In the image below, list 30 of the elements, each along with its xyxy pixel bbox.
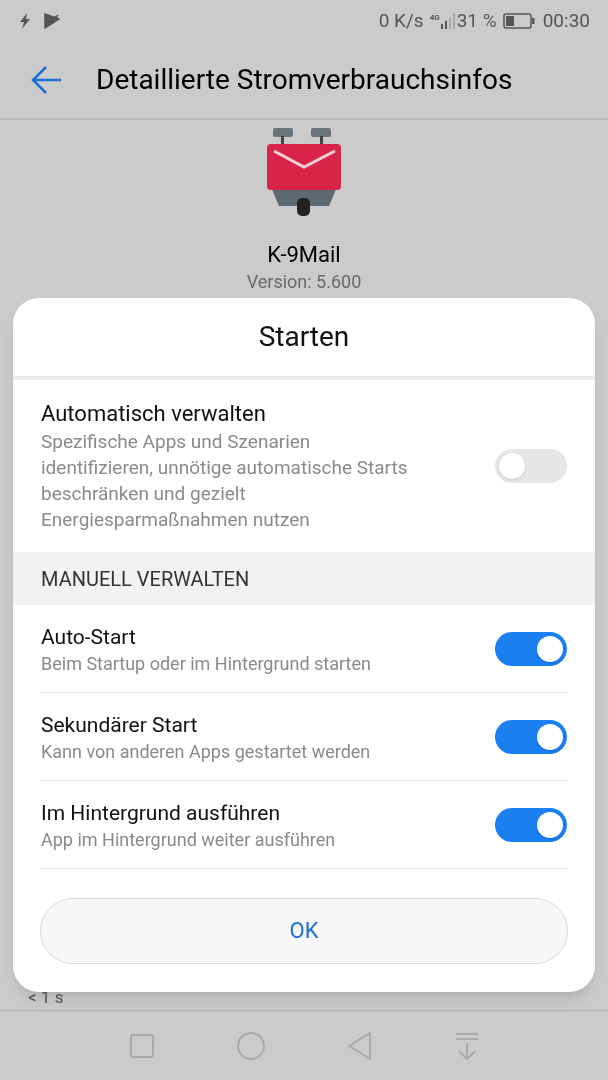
section-header: MANUELL VERWALTEN	[41, 565, 250, 593]
option-title: Im Hintergrund ausführen	[41, 799, 282, 827]
ok-button[interactable]: OK	[40, 897, 568, 964]
option-description: Kann von anderen Apps gestartet werden	[41, 739, 372, 764]
option-title: Sekundärer Start	[41, 711, 199, 739]
option-title: Auto-Start	[41, 623, 137, 651]
network-speed: 0 K/s	[378, 7, 424, 34]
toggle-switch[interactable]	[495, 807, 567, 842]
page-title: Detaillierte Stromverbrauchsinfos	[96, 62, 513, 98]
battery-percent: 31 %	[456, 7, 497, 34]
square-icon[interactable]	[128, 1031, 156, 1060]
notification-pull-icon[interactable]	[454, 1030, 480, 1061]
toggle-switch[interactable]	[495, 449, 567, 483]
toggle-switch[interactable]	[495, 719, 567, 754]
signal-icon	[440, 13, 455, 29]
option-description: Spezifische Apps und Szenarien identifizieren, unnötige automatische Starts beschränken und gezielt Energiesparmaßnahmen nutzen	[41, 429, 409, 533]
clock: 00:30	[542, 7, 590, 34]
option-description: Beim Startup oder im Hintergrund starten	[41, 651, 372, 676]
home-icon[interactable]	[236, 1030, 266, 1061]
back-icon[interactable]	[346, 1030, 374, 1061]
option-description: App im Hintergrund weiter ausführen	[41, 827, 337, 852]
back-arrow-icon[interactable]	[31, 64, 63, 96]
app-name: K-9Mail	[267, 241, 341, 269]
flash-icon	[18, 13, 32, 29]
dialog-title: Starten	[258, 319, 350, 355]
network-type: 4G	[429, 14, 440, 22]
battery-icon	[502, 13, 535, 29]
app-version: Version: 5.600	[246, 271, 362, 293]
toggle-switch[interactable]	[495, 631, 567, 666]
option-title: Automatisch verwalten	[41, 400, 267, 428]
